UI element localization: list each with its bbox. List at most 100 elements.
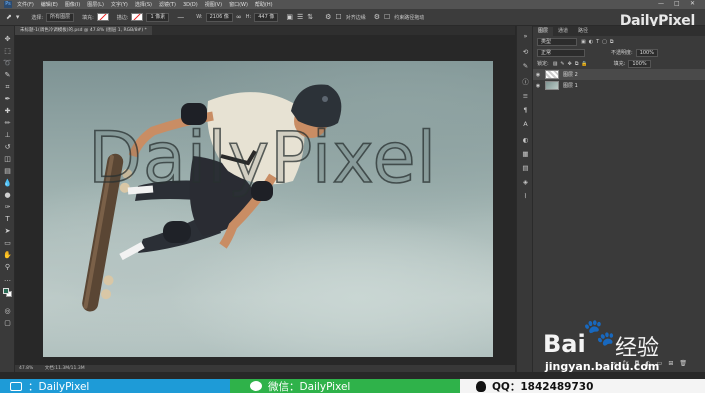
lock-artboard-icon[interactable]: ⧉ xyxy=(575,61,579,67)
checkbox-icon[interactable]: ☐ xyxy=(335,13,341,21)
libraries-icon[interactable]: ▦ xyxy=(521,150,530,159)
filter-type-icon[interactable]: T xyxy=(596,39,599,45)
layer-name[interactable]: 图层 1 xyxy=(563,82,578,89)
visibility-eye-icon[interactable]: ◉ xyxy=(533,72,543,78)
zoom-level[interactable]: 47.8% xyxy=(19,366,33,371)
delete-layer-icon[interactable]: 🗑 xyxy=(679,360,687,370)
history-brush-tool-icon[interactable]: ↺ xyxy=(2,142,13,153)
layer-thumbnail xyxy=(545,81,559,90)
menu-type[interactable]: 文字(Y) xyxy=(111,1,128,8)
path-selection-tool-icon[interactable]: ➤ xyxy=(2,226,13,237)
menu-image[interactable]: 图像(I) xyxy=(65,1,80,8)
tab-channels[interactable]: 通道 xyxy=(553,27,573,36)
fill-swatch[interactable] xyxy=(96,13,109,21)
eraser-tool-icon[interactable]: ◫ xyxy=(2,154,13,165)
layer-row-2[interactable]: ◉ 图层 2 xyxy=(533,69,705,80)
layer-row-1[interactable]: ◉ 图层 1 xyxy=(533,80,705,91)
gradient-tool-icon[interactable]: ▤ xyxy=(2,166,13,177)
blend-mode-dropdown[interactable]: 正常 xyxy=(537,48,585,57)
filter-pixel-icon[interactable]: ▣ xyxy=(581,39,586,45)
styles-icon[interactable]: ◈ xyxy=(521,178,530,187)
opacity-field[interactable]: 100% xyxy=(635,48,658,57)
visibility-eye-icon[interactable]: ◉ xyxy=(533,83,543,89)
document-tab[interactable]: 未标题-1(调色冷调模板)的.psd @ 47.8% (图层 1, RGB/8#… xyxy=(15,26,152,35)
fill-field[interactable]: 100% xyxy=(628,59,651,68)
canvas-area[interactable]: DailyPixel xyxy=(15,35,515,365)
zoom-tool-icon[interactable]: ⚲ xyxy=(2,262,13,273)
stroke-swatch[interactable] xyxy=(131,13,144,21)
foreground-color-swatch[interactable] xyxy=(3,288,9,294)
settings-gear-icon[interactable]: ⚙ xyxy=(325,13,331,21)
filter-adjustment-icon[interactable]: ◐ xyxy=(589,39,593,45)
paragraph-icon[interactable]: ¶ xyxy=(521,106,530,115)
menu-select[interactable]: 选择(S) xyxy=(135,1,152,8)
swatches-icon[interactable]: ▤ xyxy=(521,164,530,173)
blur-tool-icon[interactable]: 💧 xyxy=(2,178,13,189)
dotted-text-overlay[interactable]: DailyPixel xyxy=(87,116,437,200)
maximize-button[interactable]: □ xyxy=(674,0,680,7)
dodge-tool-icon[interactable]: ● xyxy=(2,190,13,201)
paths-icon[interactable]: ⌇ xyxy=(521,192,530,201)
quick-mask-icon[interactable]: ◎ xyxy=(2,306,13,317)
screen-mode-icon[interactable]: ▢ xyxy=(2,318,13,329)
brush-tool-icon[interactable]: ✏ xyxy=(2,118,13,129)
menu-edit[interactable]: 编辑(E) xyxy=(41,1,58,8)
more-tools-icon[interactable]: … xyxy=(2,274,13,285)
width-field[interactable]: 2106 像 xyxy=(205,12,233,22)
eyedropper-tool-icon[interactable]: ✒ xyxy=(2,94,13,105)
foreground-background-colors[interactable] xyxy=(3,288,12,297)
path-alignment-icon[interactable]: ☰ xyxy=(297,13,303,21)
link-icon[interactable]: ∞ xyxy=(236,13,242,21)
menu-file[interactable]: 文件(F) xyxy=(17,1,34,8)
menu-3d[interactable]: 3D(D) xyxy=(183,2,198,8)
menu-view[interactable]: 视图(V) xyxy=(205,1,222,8)
lock-pixels-icon[interactable]: ✎ xyxy=(560,61,564,67)
height-field[interactable]: 447 像 xyxy=(254,12,279,22)
select-dropdown[interactable]: 所有图层 xyxy=(46,12,75,22)
path-operations-icon[interactable]: ▣ xyxy=(286,13,293,21)
menu-window[interactable]: 窗口(W) xyxy=(229,1,248,8)
filter-smart-object-icon[interactable]: ⧉ xyxy=(610,39,614,45)
path-select-tool-icon[interactable]: ⬈ xyxy=(6,13,12,21)
close-button[interactable]: ✕ xyxy=(690,0,695,7)
healing-brush-tool-icon[interactable]: ✚ xyxy=(2,106,13,117)
lock-transparent-icon[interactable]: ▨ xyxy=(553,61,558,67)
stroke-width-field[interactable]: 1 像素 xyxy=(146,12,170,22)
lock-all-icon[interactable]: 🔒 xyxy=(581,61,587,67)
adjustments-icon[interactable]: ◐ xyxy=(521,136,530,145)
lasso-tool-icon[interactable]: ➰ xyxy=(2,58,13,69)
marquee-tool-icon[interactable]: ⬚ xyxy=(2,46,13,57)
hand-tool-icon[interactable]: ✋ xyxy=(2,250,13,261)
pen-tool-icon[interactable]: ✑ xyxy=(2,202,13,213)
menu-help[interactable]: 帮助(H) xyxy=(255,1,273,8)
properties-icon[interactable]: ≡ xyxy=(521,92,530,101)
menu-layer[interactable]: 图层(L) xyxy=(87,1,104,8)
new-layer-icon[interactable]: ⊞ xyxy=(668,360,673,370)
align-edges-label[interactable]: 对齐边缘 xyxy=(346,14,366,21)
shape-tool-icon[interactable]: ▭ xyxy=(2,238,13,249)
type-tool-icon[interactable]: T xyxy=(2,214,13,225)
minimize-button[interactable]: — xyxy=(658,0,664,7)
crop-tool-icon[interactable]: ⌗ xyxy=(2,82,13,93)
collapse-panels-icon[interactable]: » xyxy=(521,32,530,41)
constrain-path-label[interactable]: 约束路径拖动 xyxy=(394,14,424,21)
layer-name[interactable]: 图层 2 xyxy=(563,71,578,78)
gear-icon[interactable]: ⚙ xyxy=(374,13,380,21)
brush-settings-icon[interactable]: ✎ xyxy=(521,62,530,71)
chevron-down-icon[interactable]: ▾ xyxy=(16,13,20,21)
lock-position-icon[interactable]: ✥ xyxy=(568,61,572,67)
filter-shape-icon[interactable]: ▢ xyxy=(602,39,607,45)
character-icon[interactable]: A xyxy=(521,120,530,129)
path-arrangement-icon[interactable]: ⇅ xyxy=(307,13,313,21)
tab-layers[interactable]: 图层 xyxy=(533,27,554,36)
quick-select-tool-icon[interactable]: ✎ xyxy=(2,70,13,81)
info-icon[interactable]: ⓘ xyxy=(521,78,530,87)
constrain-checkbox-icon[interactable]: ☐ xyxy=(384,13,390,21)
move-tool-icon[interactable]: ✥ xyxy=(2,34,13,45)
stroke-type-icon[interactable]: — xyxy=(177,13,184,21)
layer-kind-dropdown[interactable]: 类型 xyxy=(537,37,577,46)
menu-filter[interactable]: 滤镜(T) xyxy=(159,1,176,8)
tab-paths[interactable]: 路径 xyxy=(573,27,593,36)
history-icon[interactable]: ⟲ xyxy=(521,48,530,57)
clone-stamp-tool-icon[interactable]: ⊥ xyxy=(2,130,13,141)
